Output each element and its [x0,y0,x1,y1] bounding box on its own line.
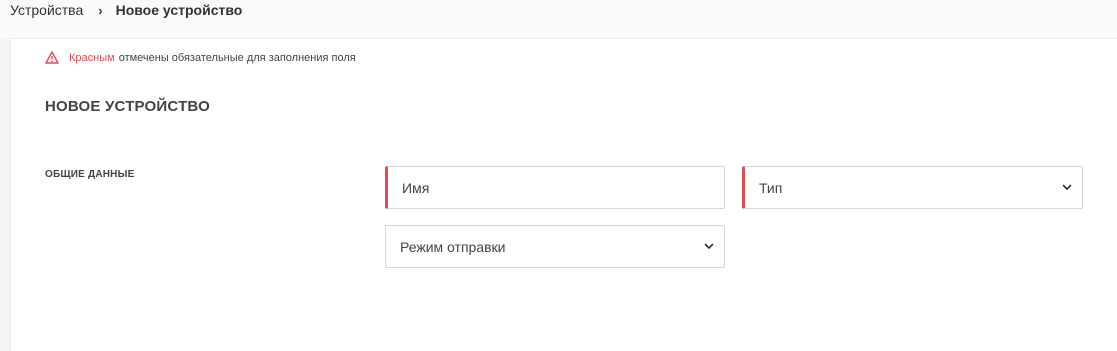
name-input[interactable]: Имя [385,166,725,209]
notice-text: отмечены обязательные для заполнения пол… [118,51,356,64]
send-mode-select-value: Режим отправки [400,238,506,255]
chevron-down-icon [1062,184,1072,190]
breadcrumb-current: Новое устройство [115,2,243,18]
type-select[interactable]: Тип [742,166,1083,209]
required-fields-notice: Красным отмечены обязательные для заполн… [45,51,356,64]
section-label-general: ОБЩИЕ ДАННЫЕ [45,169,135,180]
send-mode-select[interactable]: Режим отправки [385,225,725,268]
breadcrumb-devices-link[interactable]: Устройства [10,2,83,18]
notice-highlight: Красным [69,51,115,64]
breadcrumb-separator: › [98,2,103,18]
breadcrumb: Устройства › Новое устройство [0,0,1117,38]
form-card: Красным отмечены обязательные для заполн… [10,38,1117,351]
page-title: НОВОЕ УСТРОЙСТВО [45,98,210,115]
name-input-placeholder: Имя [402,179,430,196]
type-select-value: Тип [759,179,783,196]
warning-triangle-icon [45,51,59,64]
chevron-down-icon [704,243,714,249]
